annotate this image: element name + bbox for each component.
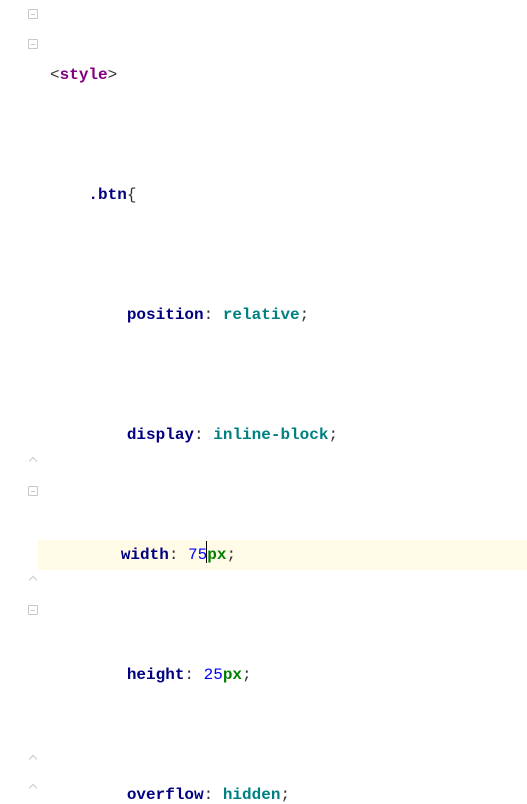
t: ; <box>226 546 236 564</box>
code-line[interactable]: .btn{ <box>44 180 527 210</box>
t: ; <box>328 426 338 444</box>
gutter-row <box>0 685 44 715</box>
fold-end-icon[interactable] <box>29 784 37 792</box>
gutter-row <box>0 0 44 30</box>
t: hidden <box>223 786 281 804</box>
gutter-row <box>0 625 44 655</box>
gutter-row <box>0 477 44 507</box>
t: 75 <box>188 546 207 564</box>
t: > <box>108 66 118 84</box>
t: : <box>184 666 203 684</box>
fold-end-icon[interactable] <box>29 456 37 464</box>
gutter-row <box>0 715 44 745</box>
code-line-highlight[interactable]: width: 75px; <box>38 540 527 570</box>
t: width <box>121 546 169 564</box>
t: : <box>204 306 223 324</box>
fold-icon[interactable] <box>28 605 38 615</box>
gutter-row <box>0 655 44 685</box>
t: overflow <box>127 786 204 804</box>
gutter-row <box>0 506 44 536</box>
gutter-row <box>0 60 44 90</box>
fold-end-icon[interactable] <box>29 754 37 762</box>
gutter <box>0 0 44 804</box>
code-line[interactable]: display: inline-block; <box>44 420 527 450</box>
gutter-row <box>0 774 44 804</box>
t: : <box>169 546 188 564</box>
t: ; <box>300 306 310 324</box>
t: height <box>127 666 185 684</box>
t: : <box>194 426 213 444</box>
gutter-row <box>0 149 44 179</box>
gutter-row <box>0 30 44 60</box>
gutter-row <box>0 447 44 477</box>
gutter-row <box>0 89 44 119</box>
gutter-row <box>0 119 44 149</box>
code-line[interactable]: position: relative; <box>44 300 527 330</box>
code-line[interactable]: overflow: hidden; <box>44 780 527 804</box>
gutter-row <box>0 179 44 209</box>
t: : <box>204 786 223 804</box>
fold-end-icon[interactable] <box>29 576 37 584</box>
code-line[interactable]: <style> <box>44 60 527 90</box>
code-line[interactable]: height: 25px; <box>44 660 527 690</box>
fold-icon[interactable] <box>28 9 38 19</box>
t: px <box>207 546 226 564</box>
t: display <box>127 426 194 444</box>
gutter-row <box>0 328 44 358</box>
gutter-row <box>0 268 44 298</box>
t: < <box>50 66 60 84</box>
t: 25 <box>204 666 223 684</box>
gutter-row <box>0 298 44 328</box>
gutter-row <box>0 208 44 238</box>
gutter-row <box>0 238 44 268</box>
gutter-row <box>0 417 44 447</box>
t: style <box>60 66 108 84</box>
gutter-row <box>0 596 44 626</box>
t: px <box>223 666 242 684</box>
code-area[interactable]: <style> .btn{ position: relative; displa… <box>44 0 527 804</box>
t: ; <box>280 786 290 804</box>
t: position <box>127 306 204 324</box>
fold-icon[interactable] <box>28 486 38 496</box>
gutter-row <box>0 745 44 775</box>
t: .btn <box>88 186 126 204</box>
gutter-row <box>0 357 44 387</box>
gutter-row <box>0 566 44 596</box>
t: { <box>127 186 137 204</box>
t: relative <box>223 306 300 324</box>
fold-icon[interactable] <box>28 39 38 49</box>
gutter-row <box>0 387 44 417</box>
t: ; <box>242 666 252 684</box>
t: inline-block <box>213 426 328 444</box>
